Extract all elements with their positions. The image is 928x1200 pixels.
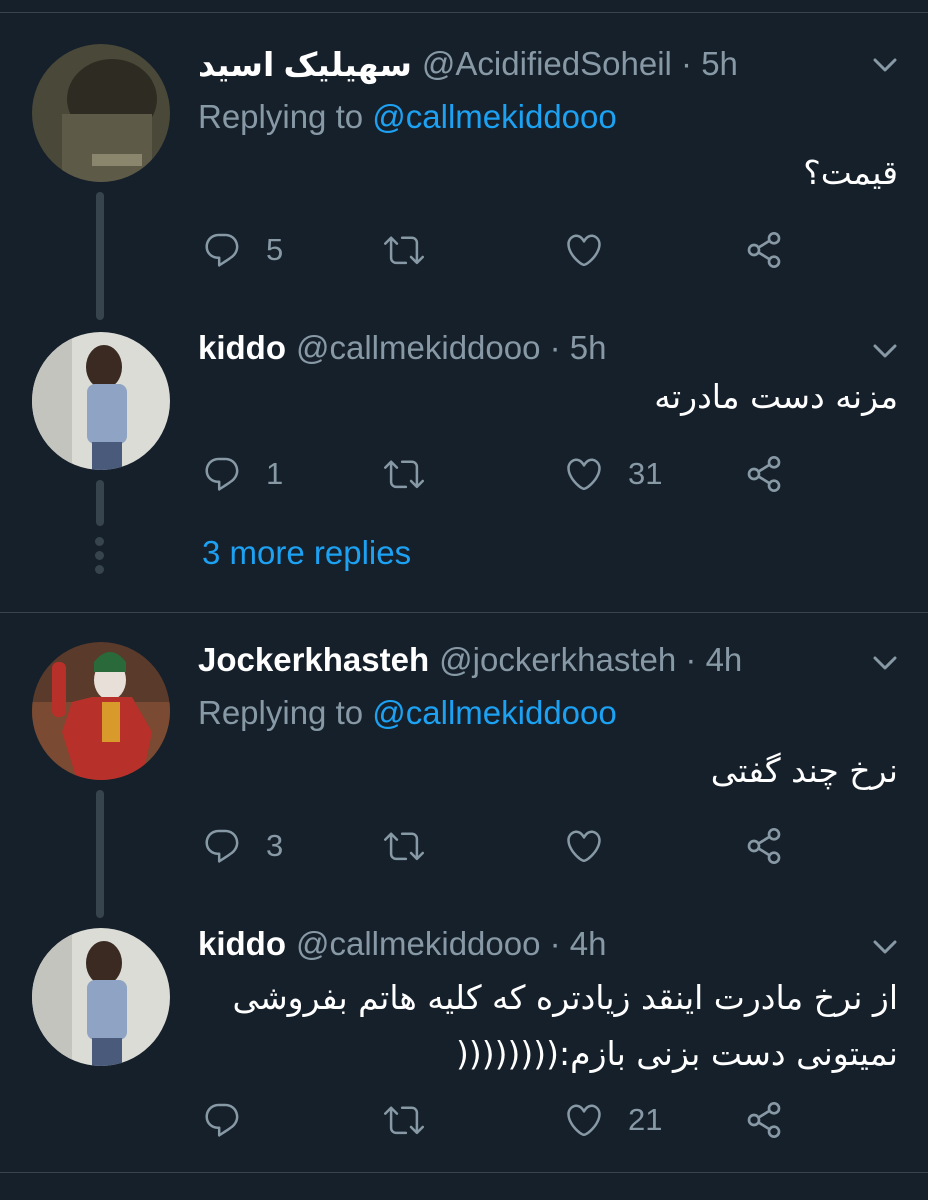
action-bar: 3: [198, 824, 798, 868]
share-button[interactable]: [744, 228, 784, 272]
chevron-down-icon[interactable]: [870, 336, 900, 366]
tweet-header: kiddo @callmekiddooo · 5h: [198, 326, 607, 370]
tweet-header: سهیلیک اسید @AcidifiedSoheil · 5h: [198, 42, 738, 86]
reply-button[interactable]: 5: [202, 228, 283, 272]
retweet-button[interactable]: [384, 1098, 424, 1142]
avatar[interactable]: [32, 44, 170, 182]
avatar[interactable]: [32, 928, 170, 1066]
replying-to: Replying to @callmekiddooo: [198, 98, 617, 136]
bottom-divider: [0, 1172, 928, 1173]
chevron-down-icon[interactable]: [870, 50, 900, 80]
top-divider: [0, 12, 928, 13]
retweet-button[interactable]: [384, 824, 424, 868]
action-bar: 21: [198, 1098, 798, 1142]
display-name[interactable]: سهیلیک اسید: [198, 45, 412, 84]
display-name[interactable]: Jockerkhasteh: [198, 641, 429, 679]
tweet-text: نرخ چند گفتی: [710, 751, 898, 790]
replying-to: Replying to @callmekiddooo: [198, 694, 617, 732]
share-icon: [744, 826, 784, 866]
reply-icon: [202, 826, 242, 866]
action-bar: 1 31: [198, 452, 798, 496]
reply-icon: [202, 230, 242, 270]
replying-prefix: Replying to: [198, 98, 364, 135]
heart-icon: [564, 1100, 604, 1140]
share-icon: [744, 230, 784, 270]
reply-button[interactable]: 3: [202, 824, 283, 868]
avatar[interactable]: [32, 332, 170, 470]
section-divider: [0, 612, 928, 613]
like-count: 21: [628, 1102, 663, 1137]
replying-prefix: Replying to: [198, 694, 364, 731]
heart-icon: [564, 230, 604, 270]
share-icon: [744, 454, 784, 494]
like-button[interactable]: 21: [564, 1098, 662, 1142]
like-count: 31: [628, 456, 663, 491]
tweet-text: قیمت؟: [803, 153, 898, 192]
tweet-header: Jockerkhasteh @jockerkhasteh · 4h: [198, 638, 742, 682]
like-button[interactable]: [564, 824, 604, 868]
retweet-icon: [384, 230, 424, 270]
share-button[interactable]: [744, 824, 784, 868]
share-icon: [744, 1100, 784, 1140]
chevron-down-icon[interactable]: [870, 932, 900, 962]
thread-dots: [95, 537, 104, 579]
replying-mention[interactable]: @callmekiddooo: [372, 694, 616, 731]
tweet-text: از نرخ مادرت اینقد زیادتره که کلیه هاتم …: [232, 978, 899, 1073]
reply-count: 3: [266, 828, 284, 863]
thread-line: [96, 790, 104, 918]
tweet-header: kiddo @callmekiddooo · 4h: [198, 922, 607, 966]
tweet-text: مزنه دست مادرته: [654, 377, 898, 416]
like-button[interactable]: [564, 228, 604, 272]
thread-line: [96, 192, 104, 320]
share-button[interactable]: [744, 452, 784, 496]
handle-time[interactable]: @callmekiddooo · 4h: [296, 925, 607, 963]
reply-count: 1: [266, 456, 284, 491]
reply-icon: [202, 1100, 242, 1140]
handle-time[interactable]: @jockerkhasteh · 4h: [439, 641, 742, 679]
thread-line: [96, 480, 104, 526]
reply-button[interactable]: 1: [202, 452, 283, 496]
handle-time[interactable]: @AcidifiedSoheil · 5h: [422, 45, 738, 83]
reply-button[interactable]: [202, 1098, 266, 1142]
retweet-button[interactable]: [384, 452, 424, 496]
avatar[interactable]: [32, 642, 170, 780]
more-replies-link[interactable]: 3 more replies: [202, 534, 411, 572]
heart-icon: [564, 454, 604, 494]
action-bar: 5: [198, 228, 798, 272]
retweet-icon: [384, 826, 424, 866]
retweet-button[interactable]: [384, 228, 424, 272]
display-name[interactable]: kiddo: [198, 329, 286, 367]
reply-icon: [202, 454, 242, 494]
handle-time[interactable]: @callmekiddooo · 5h: [296, 329, 607, 367]
display-name[interactable]: kiddo: [198, 925, 286, 963]
heart-icon: [564, 826, 604, 866]
share-button[interactable]: [744, 1098, 784, 1142]
chevron-down-icon[interactable]: [870, 648, 900, 678]
replying-mention[interactable]: @callmekiddooo: [372, 98, 616, 135]
reply-count: 5: [266, 232, 284, 267]
like-button[interactable]: 31: [564, 452, 662, 496]
retweet-icon: [384, 454, 424, 494]
retweet-icon: [384, 1100, 424, 1140]
